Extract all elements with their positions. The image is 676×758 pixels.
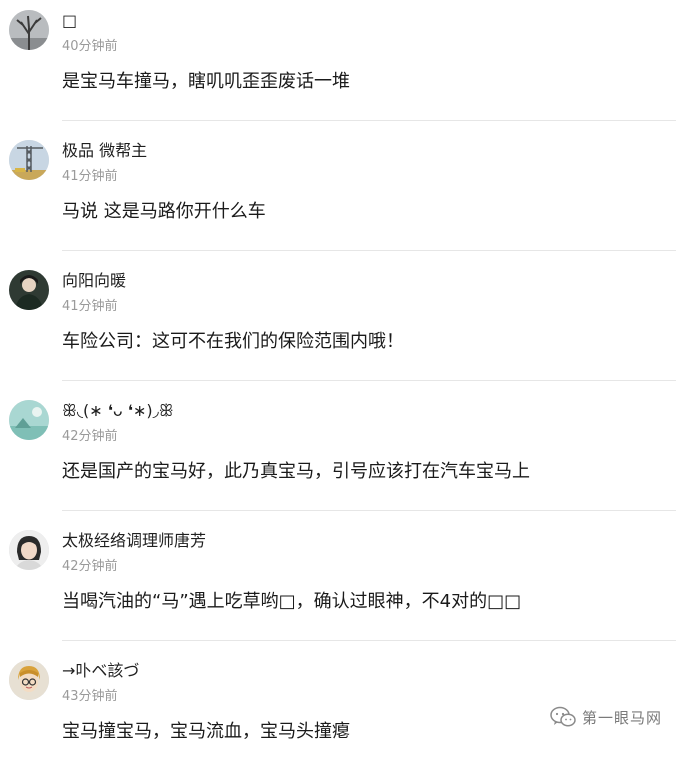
watermark: 第一眼马网 [550,700,662,734]
username[interactable]: 极品 微帮主 [62,141,147,161]
comment-text: 车险公司：这可不在我们的保险范围内哦！ [62,331,404,352]
timestamp: 41分钟前 [62,299,118,314]
timestamp: 41分钟前 [62,169,118,184]
comment-item: □ 40分钟前 是宝马车撞马，瞎叽叽歪歪废话一堆 [0,0,676,130]
username[interactable]: 太极经络调理师唐芳 [62,531,206,551]
comment-list: □ 40分钟前 是宝马车撞马，瞎叽叽歪歪废话一堆 极品 微帮主 41分钟前 马说… [0,0,676,758]
cartoon-boy-avatar-icon [9,660,49,700]
dark-portrait-avatar-icon [9,270,49,310]
timestamp: 42分钟前 [62,559,118,574]
crane-tower-avatar-icon [9,140,49,180]
divider [62,120,676,121]
username[interactable]: 向阳向暖 [62,271,126,291]
bare-tree-avatar-icon [9,10,49,50]
avatar[interactable] [9,270,49,310]
timestamp: 42分钟前 [62,429,118,444]
username[interactable]: □ [62,11,77,31]
comment-text: 马说 这是马路你开什么车 [62,201,266,222]
comment-item: 向阳向暖 41分钟前 车险公司：这可不在我们的保险范围内哦！ [0,260,676,390]
username[interactable]: ꕥ◟(∗ ❛ᴗ ❛∗)◞ꕥ [62,401,174,421]
comment-item: 太极经络调理师唐芳 42分钟前 当喝汽油的“马”遇上吃草哟□，确认过眼神，不4对… [0,520,676,650]
avatar[interactable] [9,530,49,570]
comment-text: 还是国产的宝马好，此乃真宝马，引号应该打在汽车宝马上 [62,461,530,482]
divider [62,250,676,251]
comment-item: ꕥ◟(∗ ❛ᴗ ❛∗)◞ꕥ 42分钟前 还是国产的宝马好，此乃真宝马，引号应该打… [0,390,676,520]
divider [62,640,676,641]
username[interactable]: →卟ベ該づ [62,661,139,681]
divider [62,510,676,511]
avatar[interactable] [9,660,49,700]
teal-landscape-avatar-icon [9,400,49,440]
woman-portrait-avatar-icon [9,530,49,570]
comment-item: 极品 微帮主 41分钟前 马说 这是马路你开什么车 [0,130,676,260]
comment-text: 是宝马车撞马，瞎叽叽歪歪废话一堆 [62,71,350,92]
timestamp: 40分钟前 [62,39,118,54]
wechat-icon [550,706,576,727]
divider [62,380,676,381]
comment-text: 当喝汽油的“马”遇上吃草哟□，确认过眼神，不4对的□□ [62,591,522,612]
avatar[interactable] [9,140,49,180]
comment-text: 宝马撞宝马，宝马流血，宝马头撞瘪 [62,721,350,742]
timestamp: 43分钟前 [62,689,118,704]
avatar[interactable] [9,10,49,50]
avatar[interactable] [9,400,49,440]
watermark-text: 第一眼马网 [581,708,662,727]
